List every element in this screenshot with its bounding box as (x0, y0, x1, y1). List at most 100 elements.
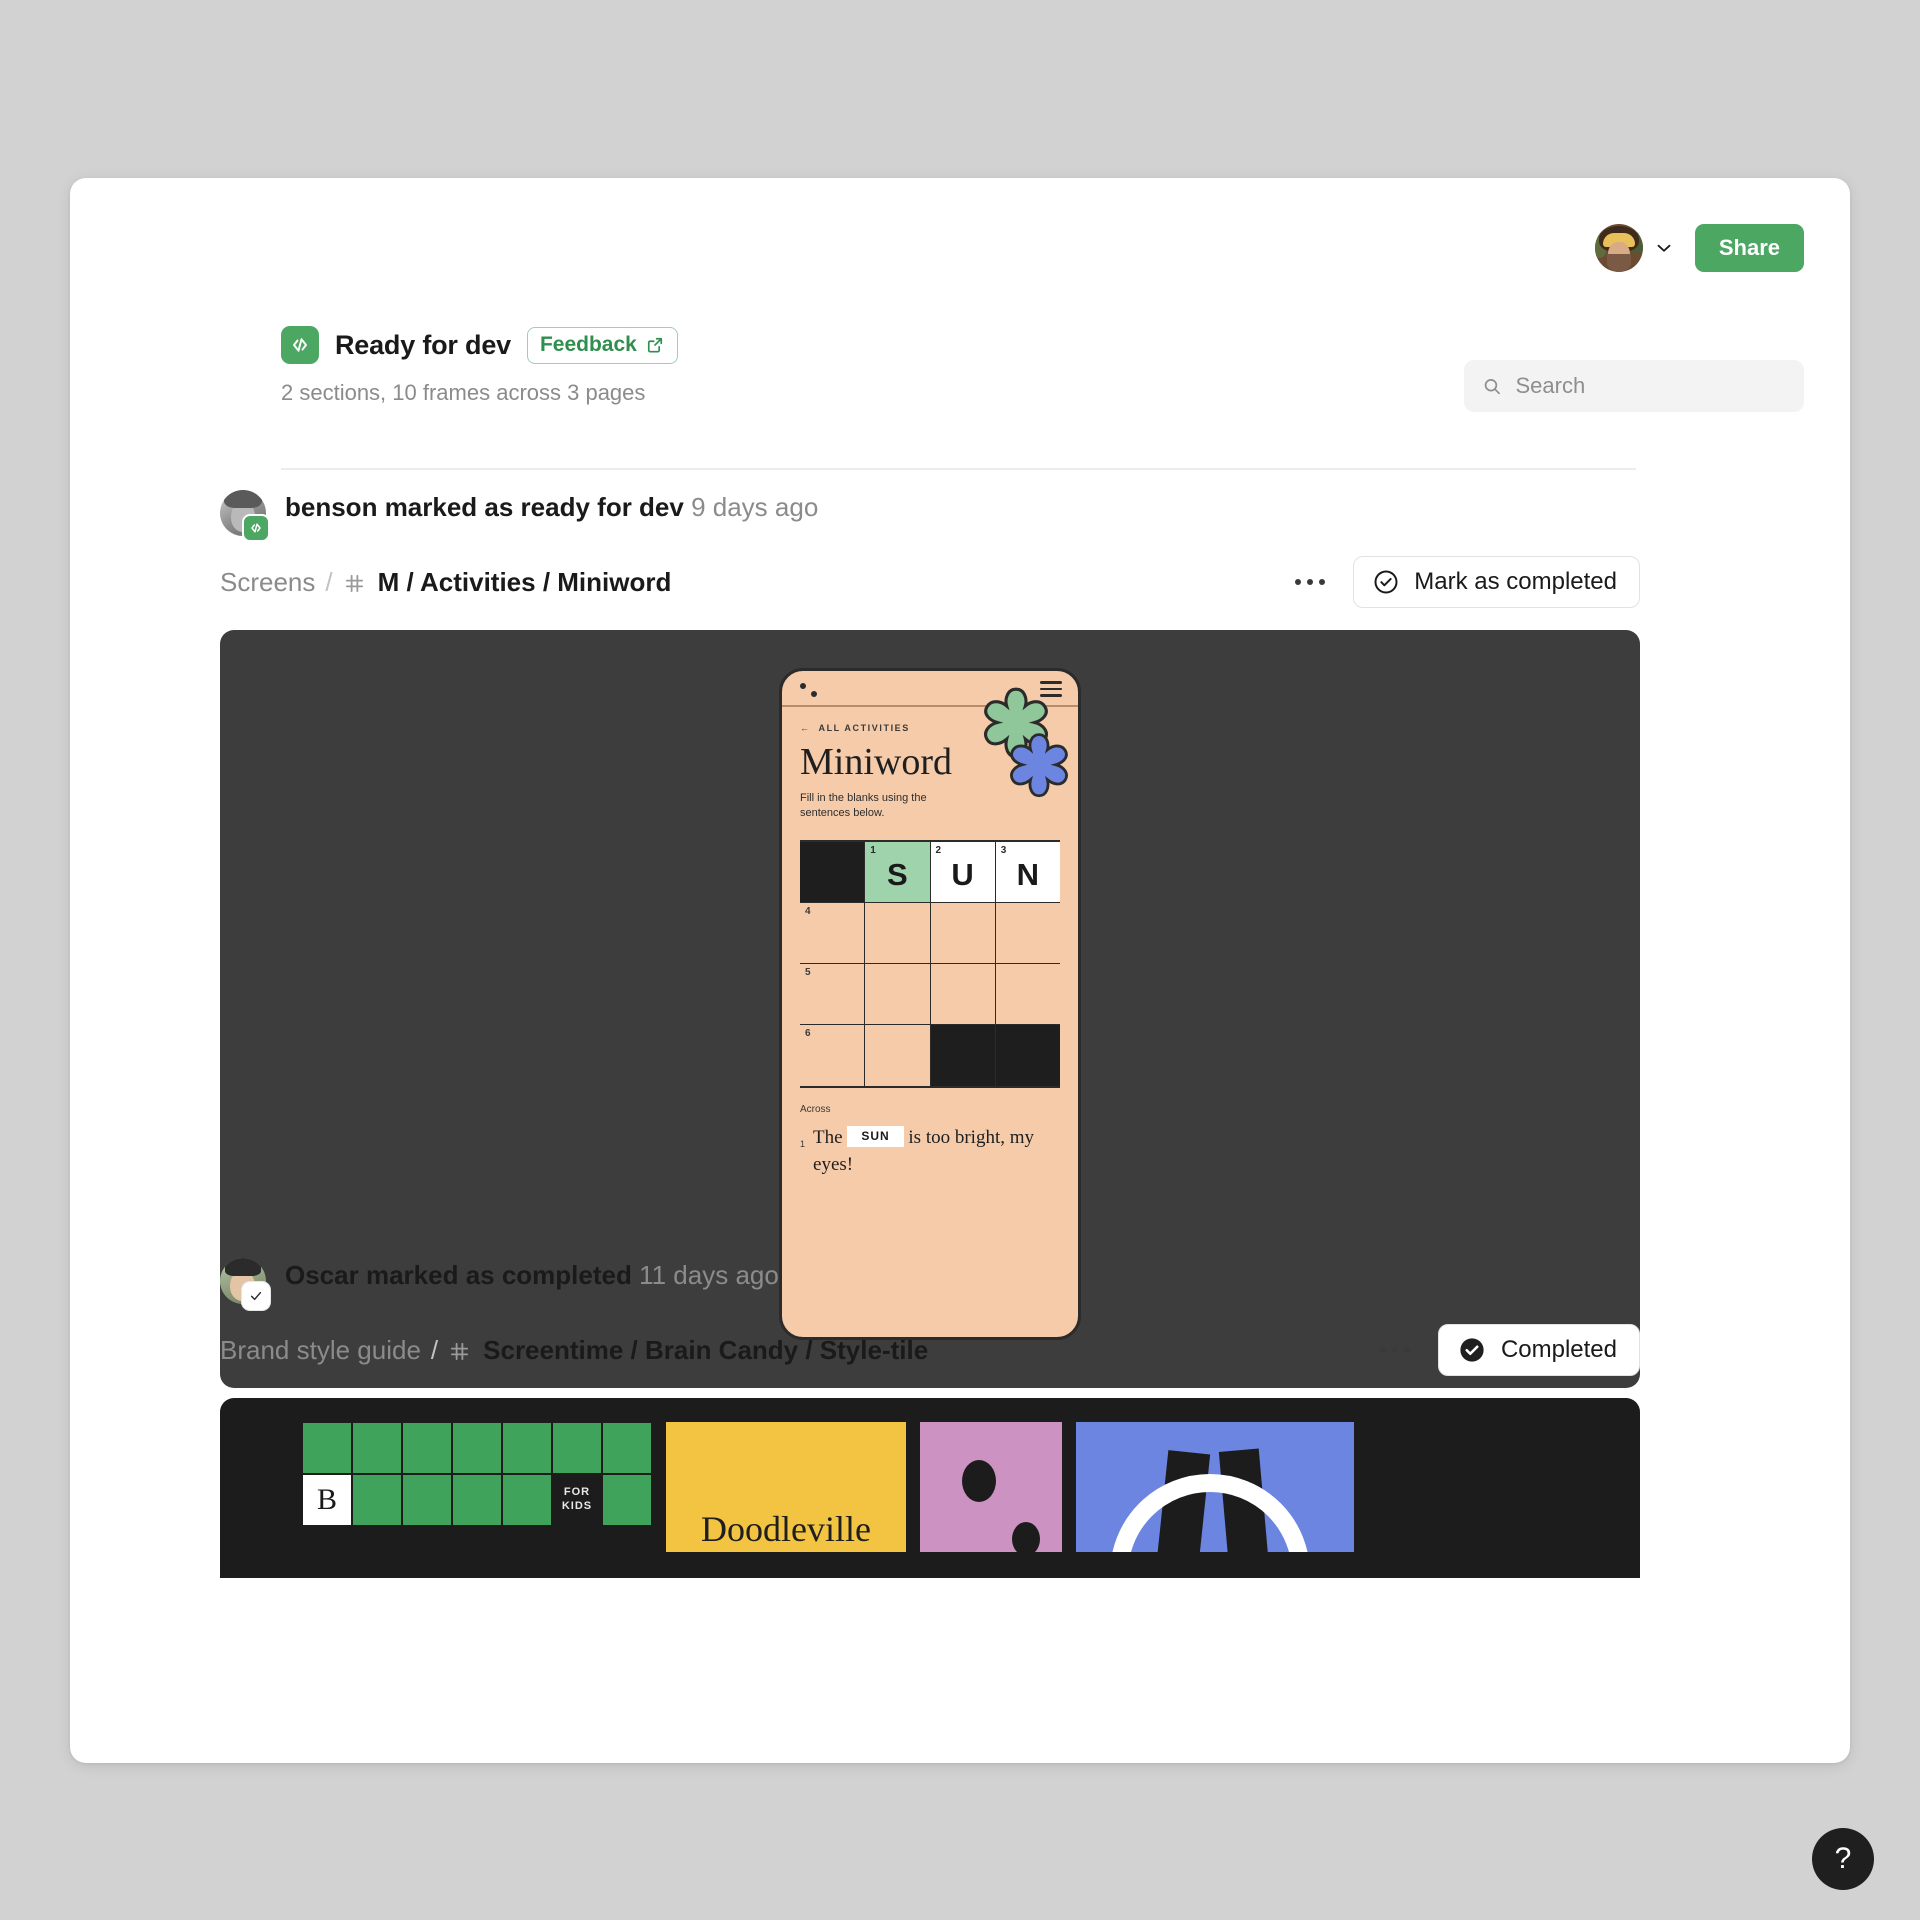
card-topbar: Share (1594, 224, 1804, 272)
breadcrumb-frame[interactable]: Screentime / Brain Candy / Style-tile (483, 1335, 928, 1366)
mark-as-completed-label: Mark as completed (1414, 568, 1617, 595)
check-circle-outline-icon (1374, 570, 1398, 594)
help-button[interactable]: ? (1812, 1828, 1874, 1890)
blue-logo-tile (1076, 1422, 1354, 1552)
crossword-cell[interactable] (995, 903, 1060, 965)
crossword-cell[interactable]: 4 (800, 903, 866, 965)
entry-actor: Oscar (285, 1260, 359, 1290)
chevron-down-icon (1657, 244, 1671, 252)
crossword-cell-number: 4 (805, 906, 811, 918)
phone-content: ← ALL ACTIVITIES Miniword Fill in the bl… (782, 687, 1078, 1089)
crossword-block-cell (800, 842, 866, 904)
crossword-cell[interactable] (865, 964, 931, 1026)
clue-after: is too bright, my eyes! (813, 1127, 1035, 1175)
crossword-grid[interactable]: 1S2U3N 4 5 6 (800, 840, 1060, 1089)
letter-cell-b: B (302, 1474, 352, 1526)
crossword-cell[interactable]: 5 (800, 964, 866, 1026)
for-kids-cell: FOR KIDS (552, 1474, 602, 1526)
code-brackets-icon (281, 326, 319, 364)
for-kids-line-2: KIDS (561, 1500, 593, 1512)
two-dots-logo-icon (800, 683, 806, 689)
breadcrumb: Brand style guide / Screentime / Brain C… (220, 1335, 928, 1366)
clue-before: The (813, 1127, 843, 1149)
activity-entry-ready-for-dev: benson marked as ready for dev 9 days ag… (220, 488, 1640, 1388)
pink-face-tile (920, 1422, 1062, 1556)
crossword-row: 1S2U3N (800, 842, 1060, 904)
phone-mockup: ← ALL ACTIVITIES Miniword Fill in the bl… (779, 668, 1081, 1340)
arrow-left-icon: ← (800, 722, 811, 733)
more-horizontal-icon[interactable] (1289, 569, 1331, 595)
miniword-description: Fill in the blanks using the sentences b… (800, 791, 927, 820)
breadcrumb: Screens / M / Activities / Miniword (220, 567, 671, 598)
crossword-row: 6 (800, 1025, 1060, 1087)
header-divider (281, 468, 1636, 470)
crossword-cell-number: 6 (805, 1028, 811, 1040)
back-label: ALL ACTIVITIES (818, 722, 910, 733)
style-tile-row: B FOR KIDS Doodleville (302, 1422, 1354, 1556)
avatar (1594, 224, 1643, 272)
breadcrumb-separator: / (430, 1334, 439, 1365)
crossword-cell[interactable] (930, 903, 996, 965)
clues-heading: Across (800, 1104, 831, 1116)
crossword-cell[interactable]: 6 (800, 1025, 866, 1087)
frame-hash-icon (448, 1335, 471, 1366)
crossword-row: 5 (800, 964, 1060, 1026)
crossword-clues: Across 1 The SUN is too bright, my eyes! (782, 1088, 1078, 1198)
clue-text: The SUN is too bright, my eyes! (813, 1125, 1060, 1178)
page-subtitle: 2 sections, 10 frames across 3 pages (281, 380, 646, 405)
completed-label: Completed (1500, 1336, 1617, 1363)
crossword-cell-letter: U (951, 857, 974, 893)
crossword-cell-letter: S (887, 857, 908, 893)
breadcrumb-page[interactable]: Screens (220, 567, 315, 598)
crossword-cell[interactable] (865, 903, 931, 965)
entry-action: marked as completed (365, 1260, 632, 1290)
crossword-cell-letter: N (1016, 857, 1040, 893)
entry-timestamp: 9 days ago (691, 492, 819, 522)
clue-answer: SUN (847, 1126, 904, 1148)
search-icon (1484, 378, 1500, 394)
letter-grid: B FOR KIDS (302, 1422, 652, 1526)
feedback-button[interactable]: Feedback (526, 326, 678, 364)
crossword-cell[interactable] (995, 964, 1060, 1026)
entry-actor: benson (285, 492, 378, 522)
page-header: Ready for dev Feedback 2 sections, 10 fr… (281, 326, 1636, 406)
avatar (220, 1258, 270, 1310)
crossword-cell[interactable]: 3N (995, 842, 1060, 904)
clue-number: 1 (800, 1139, 806, 1150)
activity-entry-completed: Oscar marked as completed 11 days ago Br… (220, 1256, 1640, 1578)
breadcrumb-page[interactable]: Brand style guide (220, 1335, 421, 1366)
crossword-cell[interactable] (930, 964, 996, 1026)
frame-preview-style-tile[interactable]: B FOR KIDS Doodleville (220, 1398, 1640, 1578)
avatar (220, 490, 270, 542)
breadcrumb-separator: / (325, 566, 333, 597)
share-button[interactable]: Share (1694, 224, 1804, 272)
check-icon (242, 1282, 270, 1310)
crossword-block-cell (995, 1025, 1060, 1087)
more-horizontal-icon[interactable] (1374, 1337, 1416, 1363)
crossword-cell[interactable]: 2U (930, 842, 996, 904)
screen: Share Ready for dev Feedback 2 sections,… (0, 0, 1920, 1920)
doodleville-tile: Doodleville (666, 1422, 906, 1552)
code-brackets-icon (242, 514, 270, 542)
account-menu[interactable] (1594, 224, 1675, 272)
breadcrumb-frame[interactable]: M / Activities / Miniword (378, 567, 672, 598)
check-circle-filled-icon (1460, 1338, 1484, 1362)
external-link-icon (647, 337, 662, 352)
crossword-cell[interactable] (865, 1025, 931, 1087)
mark-as-completed-button[interactable]: Mark as completed (1353, 556, 1640, 608)
entry-action: marked as ready for dev (384, 492, 684, 522)
search-field[interactable] (1464, 360, 1804, 412)
search-input[interactable] (1515, 373, 1786, 399)
completed-button[interactable]: Completed (1437, 1324, 1640, 1376)
page-title: Ready for dev (335, 329, 511, 360)
activity-card: Share Ready for dev Feedback 2 sections,… (70, 178, 1850, 1763)
blue-flower-blob (992, 729, 1078, 823)
entry-timestamp: 11 days ago (639, 1260, 779, 1290)
crossword-block-cell (930, 1025, 996, 1087)
crossword-row: 4 (800, 903, 1060, 965)
crossword-cell[interactable]: 1S (865, 842, 931, 904)
for-kids-line-1: FOR (563, 1486, 591, 1499)
frame-hash-icon (343, 567, 366, 598)
feedback-label: Feedback (539, 332, 637, 356)
crossword-cell-number: 5 (805, 967, 811, 979)
